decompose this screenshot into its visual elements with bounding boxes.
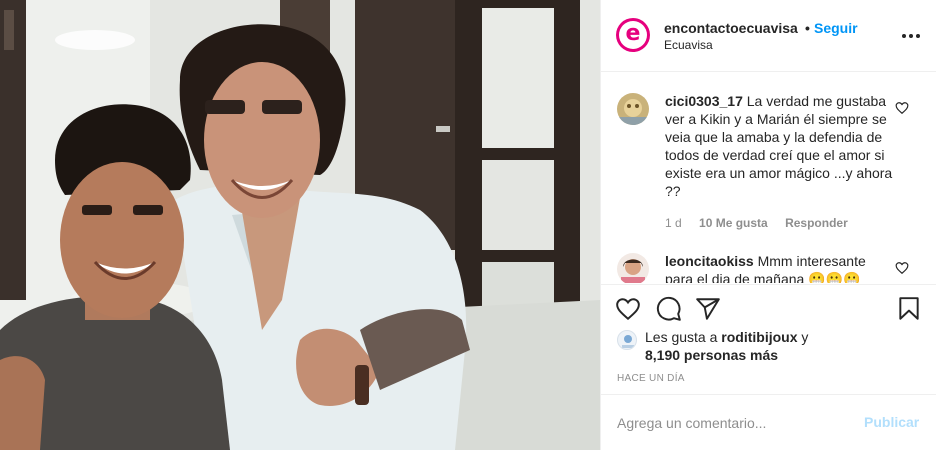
comment-time[interactable]: 1 d: [665, 216, 682, 230]
comment-text: cici0303_17 La verdad me gustaba ver a K…: [665, 92, 893, 200]
comment-like-icon[interactable]: [895, 101, 909, 115]
comment-like-icon[interactable]: [895, 261, 909, 275]
instagram-post: e encontactoecuavisa • Seguir Ecuavisa c…: [0, 0, 936, 450]
comment-input[interactable]: [617, 412, 847, 434]
account-subtitle[interactable]: Ecuavisa: [664, 38, 713, 52]
avatar-image: [617, 93, 649, 125]
more-horizontal-icon[interactable]: [901, 26, 921, 46]
post-timestamp[interactable]: HACE UN DÍA: [617, 373, 685, 384]
comment-icon[interactable]: [656, 296, 682, 322]
post-side-panel: e encontactoecuavisa • Seguir Ecuavisa c…: [600, 0, 936, 450]
likes-count[interactable]: 8,190 personas más: [645, 347, 778, 363]
comment-username[interactable]: leoncitaokiss: [665, 253, 754, 269]
avatar-image: [617, 253, 649, 283]
liker-avatar[interactable]: [617, 330, 637, 350]
liker-avatar-image: [622, 335, 634, 348]
share-icon[interactable]: [695, 296, 721, 322]
liker-username[interactable]: roditibijoux: [721, 329, 797, 345]
likes-prefix: Les gusta a: [645, 329, 718, 345]
comment-likes[interactable]: 10 Me gusta: [699, 216, 768, 230]
account-username[interactable]: encontactoecuavisa: [664, 20, 798, 36]
post-header: e encontactoecuavisa • Seguir Ecuavisa: [601, 0, 936, 72]
post-actions: [601, 284, 936, 334]
selfie-illustration: [0, 0, 600, 450]
publish-button[interactable]: Publicar: [864, 414, 919, 430]
commenter-avatar[interactable]: [617, 93, 649, 125]
commenter-avatar[interactable]: [617, 253, 649, 283]
add-comment-bar: Publicar: [601, 394, 936, 450]
follow-button[interactable]: Seguir: [814, 20, 858, 36]
header-separator: •: [805, 20, 810, 36]
comment-text: leoncitaokiss Mmm interesante para el di…: [665, 252, 893, 283]
likes-summary: Les gusta a roditibijoux y 8,190 persona…: [601, 328, 936, 368]
avatar-inner: e: [619, 21, 647, 49]
likes-text: Les gusta a roditibijoux y 8,190 persona…: [645, 328, 925, 364]
account-avatar[interactable]: e: [616, 18, 650, 52]
heart-icon[interactable]: [615, 296, 641, 322]
post-photo[interactable]: [0, 0, 600, 450]
comment-meta: 1 d 10 Me gusta Responder: [665, 216, 862, 230]
bookmark-icon[interactable]: [896, 296, 922, 322]
likes-conjunction: y: [801, 329, 809, 345]
comment-username[interactable]: cici0303_17: [665, 93, 743, 109]
reply-button[interactable]: Responder: [785, 216, 848, 230]
avatar-letter: e: [625, 20, 641, 46]
comments-list[interactable]: cici0303_17 La verdad me gustaba ver a K…: [601, 73, 936, 283]
